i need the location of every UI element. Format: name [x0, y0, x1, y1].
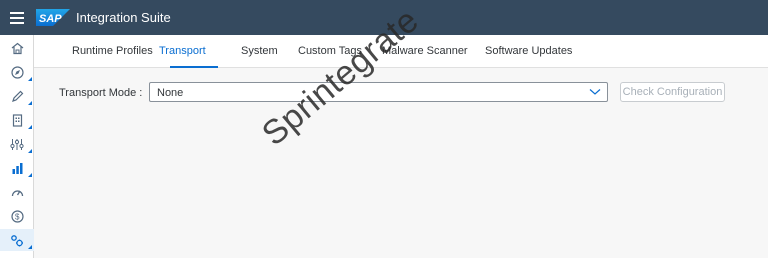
tab-custom-tags[interactable]: Custom Tags	[298, 45, 362, 57]
tab-software-updates[interactable]: Software Updates	[485, 45, 572, 57]
nav-document[interactable]	[0, 109, 34, 131]
sap-logo[interactable]: SAP	[36, 9, 70, 27]
tab-malware-scanner[interactable]: Malware Scanner	[382, 45, 468, 57]
nav-discover[interactable]	[0, 61, 34, 83]
transport-mode-label: Transport Mode :	[59, 87, 143, 99]
shell-bar: SAP Integration Suite	[0, 0, 768, 35]
nav-billing[interactable]: $	[0, 205, 34, 227]
nav-design[interactable]	[0, 85, 34, 107]
chevron-down-icon	[589, 89, 601, 95]
gauge-icon	[11, 189, 23, 196]
tab-transport[interactable]: Transport	[159, 45, 206, 57]
transport-panel: Transport Mode : None Check Configuratio…	[34, 68, 768, 258]
tab-bar: Runtime Profiles Transport System Custom…	[34, 35, 768, 68]
logo-text: SAP	[39, 13, 62, 25]
home-icon	[11, 42, 23, 54]
nav-settings[interactable]	[0, 229, 34, 251]
tab-system[interactable]: System	[241, 45, 278, 57]
nav-configure[interactable]	[0, 133, 34, 155]
svg-text:$: $	[15, 212, 20, 221]
transport-mode-select[interactable]: None	[149, 82, 608, 102]
nav-gauge[interactable]	[0, 181, 34, 203]
tab-runtime-profiles[interactable]: Runtime Profiles	[72, 45, 153, 57]
side-navigation: $	[0, 35, 34, 258]
transport-mode-value: None	[157, 87, 184, 99]
discover-icon	[10, 65, 24, 79]
app-title: Integration Suite	[76, 10, 171, 25]
design-pencil-icon	[11, 90, 23, 102]
nav-monitor[interactable]	[0, 157, 34, 179]
monitor-chart-icon	[12, 162, 22, 174]
document-icon	[12, 113, 22, 127]
dollar-icon: $	[10, 209, 24, 223]
menu-icon[interactable]	[0, 0, 34, 35]
gears-icon	[11, 234, 23, 246]
settings-sliders-icon	[10, 138, 24, 150]
nav-home[interactable]	[0, 37, 34, 59]
check-configuration-button[interactable]: Check Configuration	[620, 82, 725, 102]
